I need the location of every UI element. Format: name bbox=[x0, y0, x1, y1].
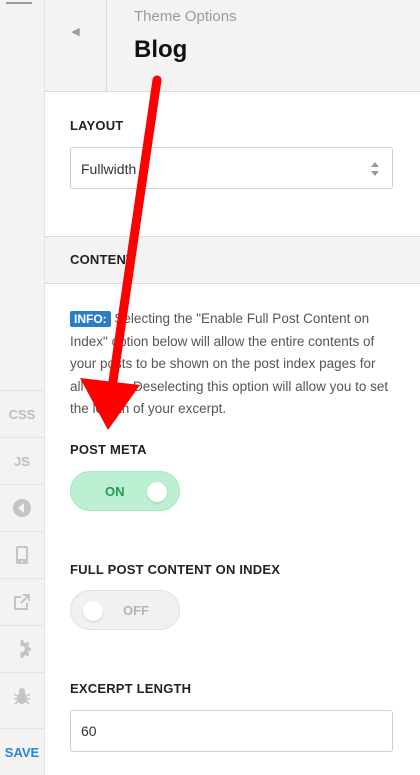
info-badge: INFO: bbox=[70, 311, 111, 327]
full-post-label: FULL POST CONTENT ON INDEX bbox=[70, 562, 281, 577]
layout-select-value: Fullwidth bbox=[81, 161, 137, 177]
css-label: CSS bbox=[8, 406, 36, 422]
mobile-preview-icon[interactable] bbox=[0, 531, 44, 578]
info-body: Selecting the "Enable Full Post Content … bbox=[70, 311, 389, 416]
page-title: Blog bbox=[134, 36, 188, 63]
toggle-knob bbox=[83, 601, 103, 621]
content-label: CONTENT bbox=[70, 252, 135, 267]
breadcrumb: Theme Options bbox=[134, 8, 237, 25]
bug-icon[interactable] bbox=[0, 672, 44, 719]
info-text: INFO: Selecting the "Enable Full Post Co… bbox=[70, 308, 390, 421]
back-circle-icon[interactable] bbox=[0, 484, 44, 531]
post-meta-toggle[interactable]: ON bbox=[70, 471, 180, 511]
js-label: JS bbox=[14, 453, 30, 469]
save-button[interactable]: SAVE bbox=[0, 728, 44, 775]
excerpt-length-input[interactable]: 60 bbox=[70, 710, 393, 752]
rail-tools: CSS JS bbox=[0, 390, 44, 719]
panel-header: ◀ Theme Options Blog bbox=[45, 0, 420, 92]
post-meta-toggle-state: ON bbox=[105, 484, 125, 499]
css-button[interactable]: CSS bbox=[0, 390, 44, 437]
back-button[interactable]: ◀ bbox=[45, 0, 107, 92]
layout-select[interactable]: Fullwidth bbox=[70, 147, 393, 189]
caret-left-icon: ◀ bbox=[71, 25, 80, 38]
external-link-icon[interactable] bbox=[0, 578, 44, 625]
menu-icon[interactable] bbox=[6, 0, 32, 4]
js-button[interactable]: JS bbox=[0, 437, 44, 484]
select-arrows-icon bbox=[371, 162, 379, 176]
toggle-knob bbox=[147, 482, 167, 502]
left-rail: CSS JS SAVE bbox=[0, 0, 45, 775]
full-post-toggle-state: OFF bbox=[123, 603, 149, 618]
layout-label: LAYOUT bbox=[70, 118, 124, 133]
excerpt-length-label: EXCERPT LENGTH bbox=[70, 681, 192, 696]
post-meta-label: POST META bbox=[70, 442, 147, 457]
full-post-toggle[interactable]: OFF bbox=[70, 590, 180, 630]
gear-icon[interactable] bbox=[0, 625, 44, 672]
